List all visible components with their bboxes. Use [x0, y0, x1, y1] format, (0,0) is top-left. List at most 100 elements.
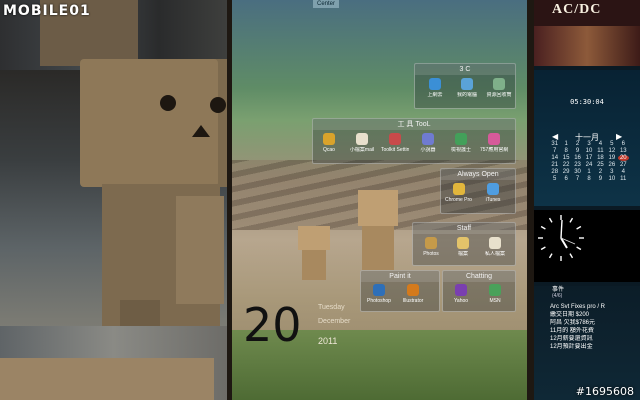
calendar-day[interactable]: 12: [606, 148, 617, 154]
notes-list-item[interactable]: 12月薪要還資訊: [550, 335, 638, 343]
fence-staff[interactable]: Staff Photos 檔案 私人檔案: [412, 222, 516, 266]
calendar-day[interactable]: 4: [595, 141, 606, 147]
calendar-day[interactable]: 18: [595, 155, 606, 161]
calendar-day[interactable]: 11: [618, 176, 629, 182]
date-month: December: [318, 318, 351, 325]
desktop-shortcut-recycle[interactable]: 資源回收筒: [485, 78, 513, 98]
desktop-shortcut-photoshop[interactable]: Photoshop: [365, 284, 393, 304]
calendar-day[interactable]: 30: [572, 169, 583, 175]
fence-3c[interactable]: 3 C 上網去 我的電腦 資源回收筒: [414, 63, 516, 109]
calendar-day[interactable]: 1: [583, 169, 594, 175]
desktop-shortcut-yahoo[interactable]: Yahoo: [447, 284, 475, 304]
calendar-day[interactable]: 2: [572, 141, 583, 147]
calendar-day[interactable]: 5: [606, 141, 617, 147]
desktop-shortcut-chrome-browser[interactable]: Chrome Pro 瀏覽: [445, 183, 473, 203]
desktop-shortcut-folder[interactable]: Photos: [417, 237, 445, 257]
calendar-day[interactable]: 9: [572, 148, 583, 154]
fence-chatting-title: Chatting: [443, 271, 515, 282]
calendar-day[interactable]: 5: [549, 176, 560, 182]
shortcut-label: Chrome Pro 瀏覽: [445, 197, 473, 203]
calendar-day[interactable]: 19: [606, 155, 617, 161]
desktop-shortcut-computer[interactable]: 我的電腦: [453, 78, 481, 98]
calendar-day[interactable]: 3: [606, 169, 617, 175]
desktop-shortcut-shield[interactable]: 檢視護士: [447, 133, 475, 153]
calendar-day[interactable]: 20: [617, 155, 629, 161]
notes-list-item[interactable]: Arc Svt Fixes pro / R: [550, 303, 638, 311]
files-icon: [356, 133, 368, 145]
date-year: 2011: [318, 336, 338, 346]
desktop-shortcut-hp[interactable]: Toolkit Settin...: [381, 133, 409, 153]
analog-clock: [538, 215, 584, 261]
fence-paint[interactable]: Paint it Photoshop Illustrator: [360, 270, 440, 312]
desktop-shortcut-pinwheel[interactable]: 757應用官網: [480, 133, 508, 153]
calendar-day[interactable]: 10: [583, 148, 594, 154]
desktop-shortcut-illustrator[interactable]: Illustrator: [399, 284, 427, 304]
shortcut-label: 我的電腦: [456, 92, 477, 98]
calendar-day[interactable]: 10: [606, 176, 617, 182]
calendar-day[interactable]: 8: [583, 176, 594, 182]
calendar-day[interactable]: 3: [583, 141, 594, 147]
desktop-shortcut-msn[interactable]: MSN: [481, 284, 509, 304]
album-art-widget[interactable]: AC/DC: [534, 0, 640, 66]
calendar-day[interactable]: 14: [549, 155, 560, 161]
calendar-day[interactable]: 27: [618, 162, 629, 168]
desktop-shortcut-itunes[interactable]: iTunes: [479, 183, 507, 203]
calendar-day[interactable]: 8: [560, 148, 571, 154]
shortcut-label: Toolkit Settin...: [381, 147, 409, 153]
notes-list-item[interactable]: 11月的 額外花費: [550, 327, 638, 335]
shortcut-label: 資源回收筒: [486, 92, 512, 98]
notes-count: (4/6): [552, 293, 563, 299]
calendar-day[interactable]: 17: [583, 155, 594, 161]
fence-always-title: Always Open: [441, 169, 515, 180]
shortcut-label: 檢視護士: [450, 147, 471, 153]
calendar-next-button[interactable]: ▶: [616, 132, 622, 141]
calendar-day[interactable]: 31: [549, 141, 560, 147]
shortcut-label: 小檔案mail: [349, 147, 375, 153]
calendar-day[interactable]: 2: [595, 169, 606, 175]
calendar-day[interactable]: 26: [606, 162, 617, 168]
calendar-day[interactable]: 16: [572, 155, 583, 161]
calendar-day[interactable]: 29: [560, 169, 571, 175]
calendar-day[interactable]: 13: [618, 148, 629, 154]
calendar-day[interactable]: 4: [618, 169, 629, 175]
calendar-day[interactable]: 21: [549, 162, 560, 168]
hp-icon: [389, 133, 401, 145]
pinwheel-icon: [488, 133, 500, 145]
danbo-small-body: [302, 250, 326, 280]
calendar-day[interactable]: 9: [595, 176, 606, 182]
calendar-day[interactable]: 22: [560, 162, 571, 168]
top-center-tab[interactable]: Center: [313, 0, 340, 8]
desktop-shortcut-files[interactable]: 小檔案mail: [348, 133, 376, 153]
calendar-day[interactable]: 7: [549, 148, 560, 154]
fence-tools[interactable]: 工 具 TooL Qcao 小檔案mail Toolkit Settin... 小說器…: [312, 118, 516, 164]
notes-list-item[interactable]: 繳交日期 $200: [550, 311, 638, 319]
illustrator-icon: [407, 284, 419, 296]
desktop-shortcut-document[interactable]: 私人檔案: [481, 237, 509, 257]
desktop-shortcut-chrome[interactable]: Qcao: [315, 133, 343, 153]
calendar-day[interactable]: 1: [560, 141, 571, 147]
calendar-day[interactable]: 15: [560, 155, 571, 161]
danbo-eye-right: [210, 97, 226, 113]
desktop-shortcut-note[interactable]: 小說器: [414, 133, 442, 153]
fence-chatting[interactable]: Chatting Yahoo MSN: [442, 270, 516, 312]
itunes-icon: [487, 183, 499, 195]
desktop-shortcut-folder2[interactable]: 檔案: [449, 237, 477, 257]
calendar-day[interactable]: 11: [595, 148, 606, 154]
notes-list-item[interactable]: 12月預計要出金: [550, 343, 638, 351]
calendar-day[interactable]: 24: [583, 162, 594, 168]
album-title: AC/DC: [552, 2, 602, 17]
wallpaper-left-panel: [0, 0, 227, 400]
danbo-head: [80, 59, 227, 187]
calendar-day[interactable]: 23: [572, 162, 583, 168]
folder-icon: [425, 237, 437, 249]
shortcut-label: 檔案: [457, 251, 468, 257]
calendar-day[interactable]: 6: [618, 141, 629, 147]
calendar-day[interactable]: 25: [595, 162, 606, 168]
fence-always-open[interactable]: Always Open Chrome Pro 瀏覽 iTunes: [440, 168, 516, 214]
calendar-day[interactable]: 28: [549, 169, 560, 175]
notes-list-item[interactable]: 阿昌 欠我$786元: [550, 319, 638, 327]
fence-3c-title: 3 C: [415, 64, 515, 75]
desktop-shortcut-ie[interactable]: 上網去: [421, 78, 449, 98]
calendar-day[interactable]: 7: [572, 176, 583, 182]
calendar-day[interactable]: 6: [560, 176, 571, 182]
